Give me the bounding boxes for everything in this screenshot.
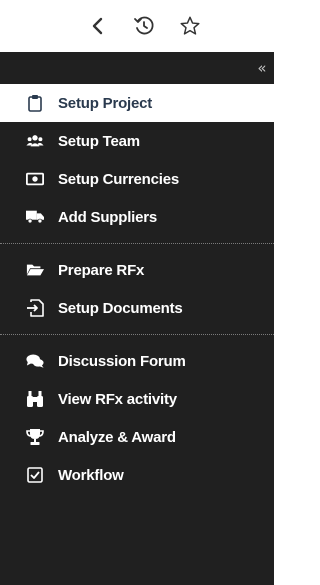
sidebar-header: « xyxy=(0,52,274,84)
sidebar-item-setup-currencies[interactable]: Setup Currencies xyxy=(0,160,274,198)
sidebar-item-discussion-forum[interactable]: Discussion Forum xyxy=(0,342,274,380)
binoculars-icon xyxy=(26,390,44,408)
top-toolbar xyxy=(0,0,274,52)
sidebar-item-analyze-and-award[interactable]: Analyze & Award xyxy=(0,418,274,456)
sidebar-item-label: Setup Team xyxy=(58,132,140,150)
sidebar-item-label: Discussion Forum xyxy=(58,352,186,370)
star-icon[interactable] xyxy=(174,10,206,42)
sidebar-item-setup-project[interactable]: Setup Project xyxy=(0,84,274,122)
sidebar-item-label: Add Suppliers xyxy=(58,208,158,226)
users-icon xyxy=(26,132,44,150)
sidebar-item-setup-documents[interactable]: Setup Documents xyxy=(0,289,274,327)
sidebar-menu: Setup Project Setup Team Setup Currencies A… xyxy=(0,84,274,494)
sidebar-item-add-suppliers[interactable]: Add Suppliers xyxy=(0,198,274,236)
sidebar-item-label: Setup Currencies xyxy=(58,170,180,188)
menu-divider xyxy=(0,334,274,335)
sidebar-item-label: Workflow xyxy=(58,466,124,484)
menu-divider xyxy=(0,243,274,244)
sidebar-nav: « Setup Project Setup Team Setup Currencie… xyxy=(0,52,274,585)
sidebar-item-label: Setup Project xyxy=(58,94,153,112)
trophy-icon xyxy=(26,428,44,446)
document-import-icon xyxy=(26,299,44,317)
sidebar-item-label: Setup Documents xyxy=(58,299,183,317)
chevron-left-icon[interactable] xyxy=(82,10,114,42)
history-icon[interactable] xyxy=(128,10,160,42)
sidebar-item-label: View RFx activity xyxy=(58,390,177,408)
clipboard-icon xyxy=(26,94,44,112)
comments-icon xyxy=(26,352,44,370)
collapse-sidebar-button[interactable]: « xyxy=(252,58,272,78)
sidebar-item-label: Analyze & Award xyxy=(58,428,176,446)
money-bill-icon xyxy=(26,170,44,188)
sidebar-item-workflow[interactable]: Workflow xyxy=(0,456,274,494)
folder-open-icon xyxy=(26,261,44,279)
sidebar-item-label: Prepare RFx xyxy=(58,261,145,279)
truck-icon xyxy=(26,208,44,226)
sidebar-item-prepare-rfx[interactable]: Prepare RFx xyxy=(0,251,274,289)
sidebar-item-setup-team[interactable]: Setup Team xyxy=(0,122,274,160)
sidebar-item-view-rfx-activity[interactable]: View RFx activity xyxy=(0,380,274,418)
check-square-icon xyxy=(26,466,44,484)
